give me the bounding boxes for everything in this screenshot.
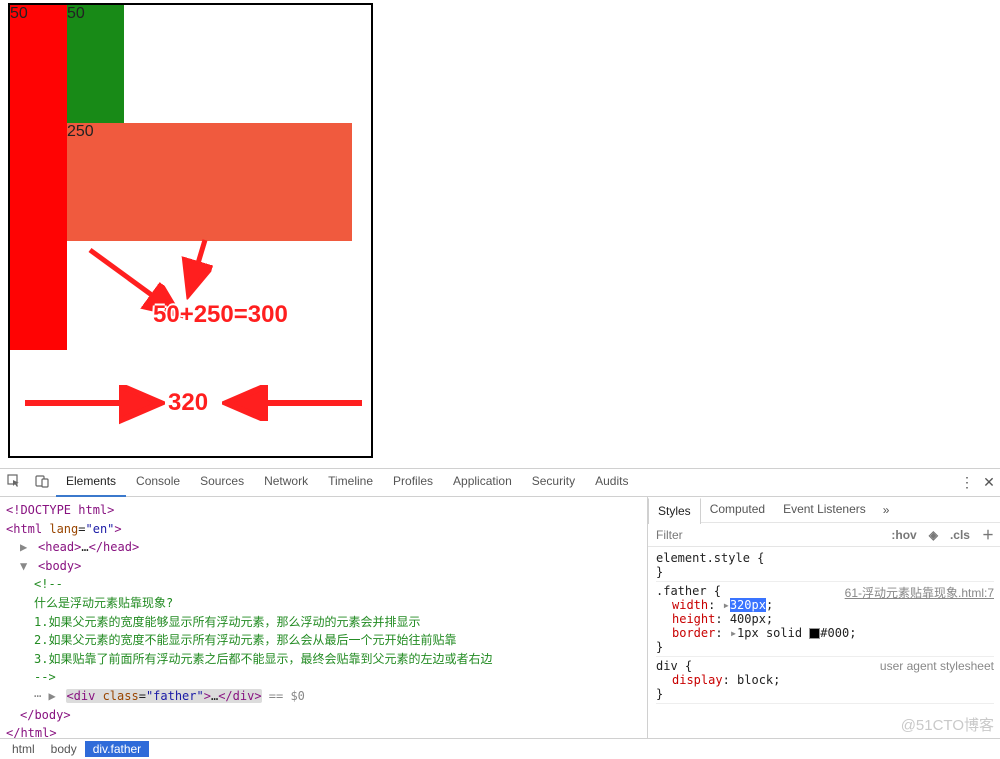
tab-elements[interactable]: Elements [56,468,126,497]
tab-sources[interactable]: Sources [190,468,254,497]
tab-application[interactable]: Application [443,468,522,497]
tab-timeline[interactable]: Timeline [318,468,383,497]
page-viewport: 50 50 250 50+250=300 320 [0,0,1000,468]
tab-audits[interactable]: Audits [585,468,638,497]
devtools-toolbar: Elements Console Sources Network Timelin… [0,469,1000,497]
swatch-icon[interactable]: ◈ [923,528,944,542]
hov-toggle[interactable]: :hov [885,528,922,542]
styles-rules[interactable]: element.style { } 61-浮动元素贴靠现象.html:7 .fa… [648,547,1000,708]
comment-l4: 3.如果贴靠了前面所有浮动元素之后都不能显示，最终会贴靠到父元素的左边或者右边 [6,650,641,669]
kebab-icon[interactable]: ⋮ [956,474,978,491]
selected-element[interactable]: ⋯ ▶<div class="father">…</div> == $0 [6,687,641,706]
eq-dollar-zero: == $0 [262,689,305,703]
comment-close: --> [6,668,641,687]
red-box-label: 50 [10,5,28,22]
father-selector: .father { [656,584,721,598]
devtools-main: <!DOCTYPE html> <html lang="en"> ▶<head>… [0,497,1000,738]
elements-tree[interactable]: <!DOCTYPE html> <html lang="en"> ▶<head>… [0,497,648,738]
styles-filter-bar: Filter :hov ◈ .cls ＋ [648,523,1000,547]
crumb-div-father[interactable]: div.father [85,741,149,757]
tab-security[interactable]: Security [522,468,585,497]
arrow-width-right [222,385,372,425]
styles-filter-input[interactable]: Filter [648,528,885,542]
tab-console[interactable]: Console [126,468,190,497]
devtools-panel: Elements Console Sources Network Timelin… [0,468,1000,759]
annotation-sum: 50+250=300 [153,301,288,329]
element-style-selector: element.style { [656,551,764,565]
comment-open: <!-- [6,575,641,594]
source-link-father[interactable]: 61-浮动元素贴靠现象.html:7 [845,584,994,601]
styles-tab-computed[interactable]: Computed [701,497,774,522]
red-box: 50 [10,5,67,350]
body-close: </body> [20,708,71,722]
breadcrumb: html body div.father [0,738,1000,759]
cls-toggle[interactable]: .cls [944,528,976,542]
annotation-width: 320 [168,389,208,417]
comment-l3: 2.如果父元素的宽度不能显示所有浮动元素，那么会从最后一个元开始往前贴靠 [6,631,641,650]
styles-tab-styles[interactable]: Styles [648,498,701,524]
tab-profiles[interactable]: Profiles [383,468,443,497]
green-box-label: 50 [67,5,85,22]
styles-pane: Styles Computed Event Listeners » Filter… [648,497,1000,738]
source-ua: user agent stylesheet [880,659,994,673]
styles-tabs: Styles Computed Event Listeners » [648,497,1000,523]
styles-tab-listeners[interactable]: Event Listeners [774,497,875,522]
arrow-width-left [15,385,165,425]
orange-box-label: 250 [67,123,94,140]
color-swatch-icon[interactable] [809,628,820,639]
styles-tabs-more-icon[interactable]: » [875,503,898,517]
watermark: @51CTO博客 [901,714,994,735]
html-close: </html> [6,726,57,738]
comment-l2: 1.如果父元素的宽度能够显示所有浮动元素，那么浮动的元素会并排显示 [6,613,641,632]
father-container: 50 50 250 50+250=300 320 [8,3,373,458]
div-selector: div { [656,659,692,673]
add-rule-icon[interactable]: ＋ [976,526,1000,543]
doctype-line: <!DOCTYPE html> [6,503,114,517]
orange-box: 250 [67,123,352,241]
inspect-icon[interactable] [0,474,28,491]
comment-l1: 什么是浮动元素贴靠现象? [6,594,641,613]
device-icon[interactable] [28,474,56,491]
width-value-highlighted[interactable]: 320px [730,598,766,612]
arrow-to-sum-2 [175,235,235,305]
crumb-html[interactable]: html [4,741,43,757]
green-box: 50 [67,5,124,123]
crumb-body[interactable]: body [43,741,85,757]
close-icon[interactable]: ✕ [978,474,1000,491]
tab-network[interactable]: Network [254,468,318,497]
devtools-tabs: Elements Console Sources Network Timelin… [56,468,638,497]
